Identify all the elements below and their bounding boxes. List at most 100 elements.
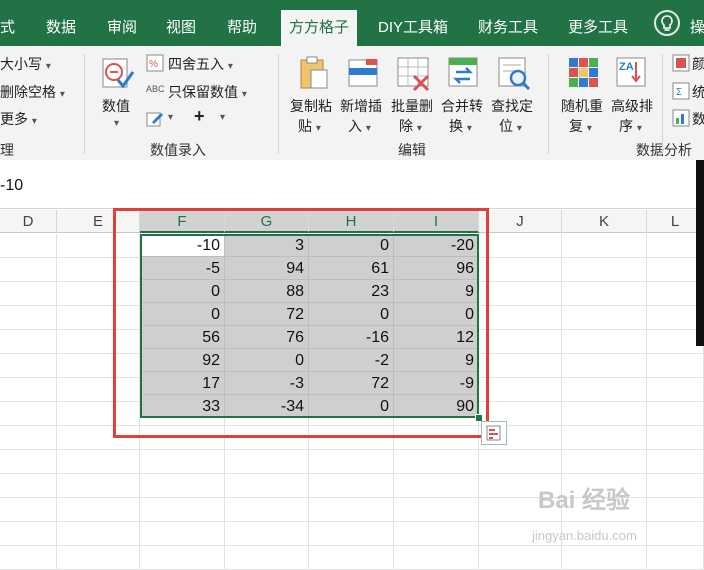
batch-delete-button[interactable]: 批量删 [391, 96, 433, 116]
empty-cell[interactable] [479, 258, 562, 282]
merge-convert-button-line2[interactable]: 换 ▾ [449, 116, 472, 136]
random-repeat-button-line2[interactable]: 复 ▾ [569, 116, 592, 136]
empty-cell[interactable] [0, 498, 57, 522]
tab-diy-toolbox[interactable]: DIY工具箱 [378, 0, 448, 46]
table-cell[interactable]: 33 [140, 395, 225, 418]
empty-cell[interactable] [57, 546, 140, 570]
column-header-i[interactable]: I [394, 210, 479, 233]
round-button[interactable]: 四舍五入 ▾ [168, 54, 233, 74]
empty-cell[interactable] [562, 378, 647, 402]
table-cell[interactable]: 0 [140, 280, 225, 303]
empty-cell[interactable] [562, 282, 647, 306]
empty-cell[interactable] [140, 474, 225, 498]
empty-cell[interactable] [394, 522, 479, 546]
empty-cell[interactable] [479, 450, 562, 474]
stat-button[interactable]: 统 [692, 82, 704, 102]
column-header-g[interactable]: G [225, 210, 309, 233]
table-cell[interactable]: -9 [394, 372, 479, 395]
empty-cell[interactable] [225, 450, 309, 474]
empty-cell[interactable] [562, 234, 647, 258]
table-cell[interactable]: 23 [309, 280, 394, 303]
empty-cell[interactable] [647, 546, 704, 570]
empty-cell[interactable] [225, 426, 309, 450]
column-header-k[interactable]: K [562, 210, 647, 233]
empty-cell[interactable] [562, 258, 647, 282]
table-cell[interactable]: -2 [309, 349, 394, 372]
empty-cell[interactable] [140, 522, 225, 546]
empty-cell[interactable] [0, 234, 57, 258]
empty-cell[interactable] [57, 306, 140, 330]
empty-cell[interactable] [225, 474, 309, 498]
chevron-down-icon[interactable]: ▾ [114, 118, 119, 129]
empty-cell[interactable] [562, 402, 647, 426]
empty-cell[interactable] [394, 498, 479, 522]
empty-cell[interactable] [140, 546, 225, 570]
empty-cell[interactable] [479, 378, 562, 402]
table-cell[interactable]: 0 [140, 303, 225, 326]
column-header-h[interactable]: H [309, 210, 394, 233]
empty-cell[interactable] [57, 378, 140, 402]
column-header-e[interactable]: E [57, 210, 140, 233]
empty-cell[interactable] [562, 354, 647, 378]
empty-cell[interactable] [57, 450, 140, 474]
tab-overflow[interactable]: 操 [690, 0, 704, 46]
column-header-d[interactable]: D [0, 210, 57, 233]
case-convert-button[interactable]: 大小写 ▾ [0, 54, 51, 74]
color-stat-button[interactable]: 颜 [692, 54, 704, 74]
empty-cell[interactable] [309, 546, 394, 570]
number-value-button[interactable]: 数值 [102, 96, 130, 116]
table-cell[interactable]: -20 [394, 234, 479, 257]
empty-cell[interactable] [479, 546, 562, 570]
empty-cell[interactable] [0, 354, 57, 378]
add-insert-button[interactable]: 新增插 [340, 96, 382, 116]
table-cell[interactable]: 72 [309, 372, 394, 395]
empty-cell[interactable] [0, 426, 57, 450]
table-cell[interactable]: 61 [309, 257, 394, 280]
empty-cell[interactable] [57, 474, 140, 498]
empty-cell[interactable] [647, 522, 704, 546]
quick-analysis-button[interactable] [481, 421, 507, 445]
tab-help[interactable]: 帮助 [227, 0, 257, 46]
empty-cell[interactable] [647, 426, 704, 450]
chevron-down-icon[interactable]: ▾ [168, 112, 173, 123]
empty-cell[interactable] [309, 498, 394, 522]
empty-cell[interactable] [0, 546, 57, 570]
column-header-j[interactable]: J [479, 210, 562, 233]
column-header-f[interactable]: F [140, 210, 225, 233]
empty-cell[interactable] [309, 426, 394, 450]
formula-bar[interactable]: -10 [0, 160, 704, 209]
empty-cell[interactable] [140, 450, 225, 474]
active-cell[interactable]: -10 [140, 234, 225, 257]
empty-cell[interactable] [57, 402, 140, 426]
empty-cell[interactable] [0, 258, 57, 282]
add-insert-button-line2[interactable]: 入 ▾ [348, 116, 371, 136]
find-locate-button[interactable]: 查找定 [491, 96, 533, 116]
tab-more-tools[interactable]: 更多工具 [568, 0, 628, 46]
empty-cell[interactable] [562, 306, 647, 330]
merge-convert-button[interactable]: 合并转 [441, 96, 483, 116]
tab-formulas[interactable]: 式 [0, 0, 15, 46]
table-cell[interactable]: 3 [225, 234, 309, 257]
tab-fangfang-gezi[interactable]: 方方格子 [281, 10, 358, 46]
copy-paste-button-line2[interactable]: 贴 ▾ [298, 116, 321, 136]
empty-cell[interactable] [0, 474, 57, 498]
empty-cell[interactable] [0, 306, 57, 330]
copy-paste-button[interactable]: 复制粘 [290, 96, 332, 116]
empty-cell[interactable] [394, 450, 479, 474]
table-cell[interactable]: 9 [394, 280, 479, 303]
empty-cell[interactable] [479, 354, 562, 378]
tab-view[interactable]: 视图 [166, 0, 196, 46]
empty-cell[interactable] [394, 426, 479, 450]
table-cell[interactable]: 0 [309, 303, 394, 326]
formula-value[interactable]: -10 [0, 177, 23, 195]
table-cell[interactable]: -3 [225, 372, 309, 395]
empty-cell[interactable] [647, 450, 704, 474]
table-cell[interactable]: 12 [394, 326, 479, 349]
empty-cell[interactable] [57, 330, 140, 354]
table-cell[interactable]: 0 [309, 234, 394, 257]
empty-cell[interactable] [57, 234, 140, 258]
find-locate-button-line2[interactable]: 位 ▾ [499, 116, 522, 136]
empty-cell[interactable] [225, 498, 309, 522]
table-cell[interactable]: 88 [225, 280, 309, 303]
empty-cell[interactable] [562, 450, 647, 474]
